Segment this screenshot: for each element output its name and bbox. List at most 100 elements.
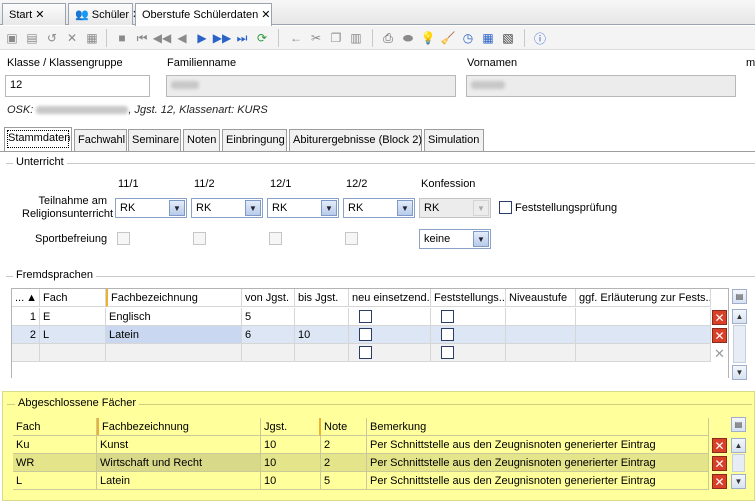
calendar-icon[interactable]: ▦ [480,30,496,46]
delete-row-icon[interactable]: ✕ [712,328,727,343]
vertical-scrollbar[interactable] [733,325,746,363]
tab-einbringung[interactable]: Einbringung [222,129,287,151]
lightbulb-icon[interactable]: 💡 [420,30,436,46]
header-erlaeuterung[interactable]: ggf. Erläuterung zur Fests... [576,289,711,307]
save-all-icon[interactable]: ▤ [24,30,40,46]
vornamen-field[interactable] [466,75,736,97]
arrow-left-icon[interactable]: ← [288,30,304,46]
cell-note[interactable]: 2 [321,454,367,472]
cell-jgst[interactable]: 10 [261,472,321,490]
header-fachbezeichnung[interactable]: Fachbezeichnung [97,418,261,436]
first-record-icon[interactable]: ⏮ [134,30,150,46]
cell-von-jgst[interactable] [242,344,295,362]
religion-12-1-select[interactable]: RK ▼ [267,198,339,218]
cell-erlaeuterung[interactable] [576,308,711,326]
cell-fachbezeichnung[interactable]: Wirtschaft und Recht [97,454,261,472]
tab-start[interactable]: Start ✕ [2,3,66,25]
cell-niveaustufe[interactable] [506,344,576,362]
cell-fach[interactable] [40,344,106,362]
help-icon[interactable]: ⓘ [532,30,548,46]
cell-niveaustufe[interactable] [506,326,576,344]
cell-neu-einsetzend[interactable] [349,344,431,362]
form-icon[interactable]: ▦ [84,30,100,46]
tab-stammdaten[interactable]: Stammdaten [4,127,72,151]
print-icon[interactable]: ⎙ [380,30,396,46]
checkbox[interactable] [359,346,372,359]
copy-icon[interactable]: ❐ [328,30,344,46]
tab-noten[interactable]: Noten [183,129,220,151]
zip-icon[interactable]: ▧ [500,30,516,46]
next-page-icon[interactable]: ▶▶ [213,30,231,46]
cell-fach[interactable]: L [13,472,97,490]
cell-note[interactable]: 5 [321,472,367,490]
vertical-scrollbar[interactable] [732,454,745,472]
checkbox[interactable] [441,328,454,341]
tab-oberstufe-schuelerdaten[interactable]: Oberstufe Schülerdaten ✕ [135,3,272,26]
scroll-down-icon[interactable]: ▼ [731,474,746,489]
cell-fach[interactable]: Ku [13,436,97,454]
header-bis-jgst[interactable]: bis Jgst. [295,289,349,307]
cell-bemerkung[interactable]: Per Schnittstelle aus den Zeugnisnoten g… [367,436,709,454]
cell-von-jgst[interactable]: 5 [242,308,295,326]
cell-neu-einsetzend[interactable] [349,308,431,326]
paste-icon[interactable]: ▥ [348,30,364,46]
header-feststellung[interactable]: Feststellungs... [431,289,506,307]
cell-fachbezeichnung[interactable]: Kunst [97,436,261,454]
scroll-up-icon[interactable]: ▲ [732,309,747,324]
delete-row-icon[interactable]: ✕ [712,310,727,325]
undo-icon[interactable]: ↺ [44,30,60,46]
cell-bis-jgst[interactable]: 10 [295,326,349,344]
checkbox[interactable] [441,310,454,323]
delete-row-icon[interactable]: ✕ [712,438,727,453]
header-von-jgst[interactable]: von Jgst. [242,289,295,307]
cell-fachbezeichnung[interactable]: Latein [106,326,242,344]
cell-fachbezeichnung[interactable]: Latein [97,472,261,490]
checkbox[interactable] [359,310,372,323]
previous-page-icon[interactable]: ◀◀ [153,30,171,46]
cell-feststellung[interactable] [431,344,506,362]
delete-row-icon[interactable]: ✕ [712,456,727,471]
sport-11-2-checkbox[interactable] [193,232,206,245]
next-record-icon[interactable]: ▶ [194,30,210,46]
familienname-field[interactable] [166,75,456,97]
clock-icon[interactable]: ◷ [460,30,476,46]
cut-icon[interactable]: ✂ [308,30,324,46]
cell-neu-einsetzend[interactable] [349,326,431,344]
close-icon[interactable]: ✕ [261,9,270,21]
header-jgst[interactable]: Jgst. [261,418,321,436]
cell-bis-jgst[interactable] [295,308,349,326]
cell-niveaustufe[interactable] [506,308,576,326]
cell-bemerkung[interactable]: Per Schnittstelle aus den Zeugnisnoten g… [367,454,709,472]
new-record-icon[interactable]: ■ [114,30,130,46]
religion-11-1-select[interactable]: RK ▼ [115,198,187,218]
cell-fachbezeichnung[interactable]: Englisch [106,308,242,326]
tools-icon[interactable]: ⬬ [400,30,416,46]
tab-fachwahl[interactable]: Fachwahl [74,129,127,151]
save-icon[interactable]: ▣ [4,30,20,46]
cell-feststellung[interactable] [431,308,506,326]
header-rownr[interactable]: ... ▲ [12,289,40,307]
sport-12-1-checkbox[interactable] [269,232,282,245]
cell-von-jgst[interactable]: 6 [242,326,295,344]
last-record-icon[interactable]: ⏭ [234,30,250,46]
chevron-down-icon[interactable]: ▼ [245,200,261,216]
header-note[interactable]: Note [321,418,367,436]
header-fach[interactable]: Fach [40,289,106,307]
tab-schueler[interactable]: 👥 Schüler✕ [68,3,141,25]
cell-fach[interactable]: E [40,308,106,326]
checkbox[interactable] [441,346,454,359]
feststellungspruefung-checkbox[interactable] [499,201,512,214]
header-bemerkung[interactable]: Bemerkung [367,418,709,436]
close-icon[interactable]: ✕ [35,9,44,21]
header-neu-einsetzend[interactable]: neu einsetzend... [349,289,431,307]
previous-record-icon[interactable]: ◀ [174,30,190,46]
cell-bis-jgst[interactable] [295,344,349,362]
cell-feststellung[interactable] [431,326,506,344]
chevron-down-icon[interactable]: ▼ [321,200,337,216]
delete-row-icon[interactable]: ✕ [712,474,727,489]
checkbox[interactable] [359,328,372,341]
cell-note[interactable]: 2 [321,436,367,454]
refresh-icon[interactable]: ⟳ [254,30,270,46]
header-fach[interactable]: Fach [13,418,97,436]
cell-fach[interactable]: L [40,326,106,344]
